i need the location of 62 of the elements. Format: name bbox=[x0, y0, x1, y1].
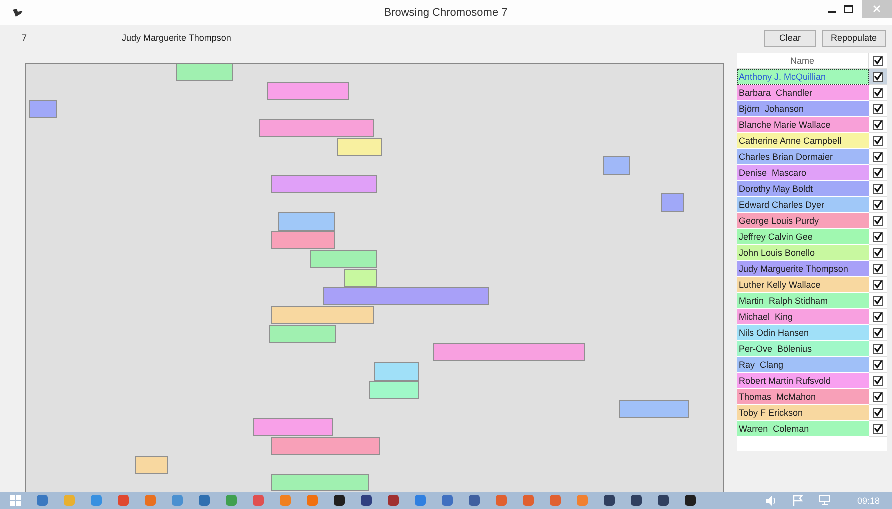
checkbox[interactable] bbox=[873, 248, 883, 258]
taskbar-app-icon[interactable] bbox=[334, 495, 345, 506]
checkbox[interactable] bbox=[873, 120, 883, 130]
taskbar-app-icon[interactable] bbox=[604, 495, 615, 506]
action-button[interactable]: Clear bbox=[764, 30, 816, 46]
person-row[interactable]: Denise Mascaro bbox=[737, 165, 869, 181]
person-row[interactable]: Charles Brian Dormaier bbox=[737, 149, 869, 165]
person-row[interactable]: Toby F Erickson bbox=[737, 405, 869, 421]
checkbox[interactable] bbox=[873, 232, 883, 242]
person-row[interactable]: Edward Charles Dyer bbox=[737, 197, 869, 213]
person-row[interactable]: George Louis Purdy bbox=[737, 213, 869, 229]
checkbox[interactable] bbox=[873, 424, 883, 434]
person-row[interactable]: Jeffrey Calvin Gee bbox=[737, 229, 869, 245]
checkbox[interactable] bbox=[873, 184, 883, 194]
checkbox[interactable] bbox=[873, 104, 883, 114]
person-name: Judy Marguerite Thompson bbox=[122, 33, 232, 43]
checkbox[interactable] bbox=[873, 168, 883, 178]
person-row[interactable]: Michael King bbox=[737, 309, 869, 325]
person-row[interactable]: Dorothy May Boldt bbox=[737, 181, 869, 197]
person-row[interactable]: Blanche Marie Wallace bbox=[737, 117, 869, 133]
person-row[interactable]: Catherine Anne Campbell bbox=[737, 133, 869, 149]
checkbox[interactable] bbox=[873, 376, 883, 386]
checkbox[interactable] bbox=[873, 56, 883, 66]
person-row[interactable]: Thomas McMahon bbox=[737, 389, 869, 405]
person-row[interactable]: Björn Johanson bbox=[737, 101, 869, 117]
taskbar-app-icon[interactable] bbox=[631, 495, 642, 506]
checkbox[interactable] bbox=[873, 344, 883, 354]
checkbox[interactable] bbox=[873, 72, 883, 82]
taskbar-app-icon[interactable] bbox=[388, 495, 399, 506]
person-row[interactable]: Barbara Chandler bbox=[737, 85, 869, 101]
person-row[interactable]: Martin Ralph Stidham bbox=[737, 293, 869, 309]
taskbar-app-icon[interactable] bbox=[658, 495, 669, 506]
checkbox[interactable] bbox=[873, 312, 883, 322]
taskbar-app-icon[interactable] bbox=[361, 495, 372, 506]
app-icon bbox=[12, 8, 24, 18]
person-row[interactable]: Judy Marguerite Thompson bbox=[737, 261, 869, 277]
checkbox[interactable] bbox=[873, 392, 883, 402]
checkbox[interactable] bbox=[873, 136, 883, 146]
close-icon bbox=[873, 5, 881, 13]
person-row[interactable]: Per-Ove Bölenius bbox=[737, 341, 869, 357]
person-row[interactable]: Nils Odin Hansen bbox=[737, 325, 869, 341]
checkbox[interactable] bbox=[873, 360, 883, 370]
checkbox[interactable] bbox=[873, 264, 883, 274]
person-row[interactable]: Robert Martin Rufsvold bbox=[737, 373, 869, 389]
checkbox[interactable] bbox=[873, 296, 883, 306]
person-row[interactable]: John Louis Bonello bbox=[737, 245, 869, 261]
maximize-icon bbox=[844, 5, 852, 13]
person-row[interactable]: Warren Coleman bbox=[737, 421, 869, 437]
chromosome-number: 7 bbox=[22, 33, 28, 43]
checkbox[interactable] bbox=[873, 200, 883, 210]
person-row[interactable]: Anthony J. McQuillian bbox=[737, 69, 869, 85]
checkbox[interactable] bbox=[873, 152, 883, 162]
person-row[interactable]: Ray Clang bbox=[737, 357, 869, 373]
taskbar-app-icon[interactable] bbox=[685, 495, 696, 506]
checkbox[interactable] bbox=[873, 88, 883, 98]
action-button[interactable]: Repopulate bbox=[822, 30, 886, 46]
window-title: Browsing Chromosome 7 bbox=[384, 6, 508, 18]
checkbox[interactable] bbox=[873, 408, 883, 418]
checkbox[interactable] bbox=[873, 280, 883, 290]
checkbox[interactable] bbox=[873, 328, 883, 338]
checkbox[interactable] bbox=[873, 216, 883, 226]
person-row[interactable]: Luther Kelly Wallace bbox=[737, 277, 869, 293]
